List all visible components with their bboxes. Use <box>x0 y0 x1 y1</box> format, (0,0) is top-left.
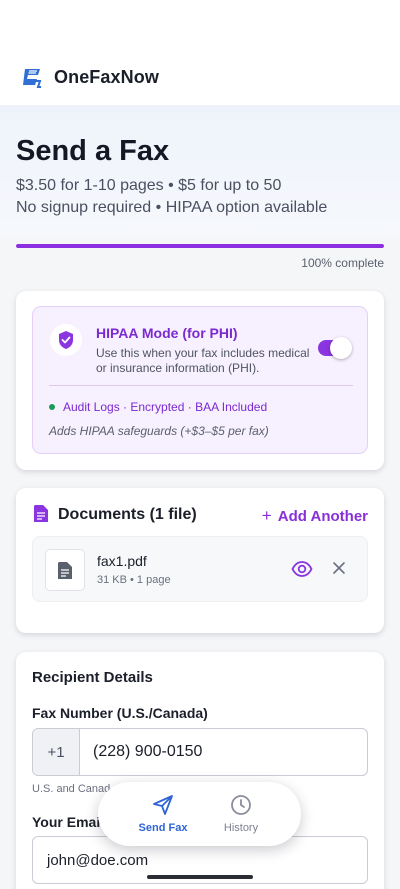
nav-history[interactable]: History <box>201 794 281 834</box>
nav-history-label: History <box>223 822 259 834</box>
fax-number-field[interactable]: +1 (228) 900-0150 <box>32 728 368 776</box>
file-meta: 31 KB • 1 page <box>97 574 171 586</box>
hipaa-features: Audit Logs · Encrypted · BAA Included <box>49 400 267 414</box>
recipient-title: Recipient Details <box>32 669 153 686</box>
plus-icon: + <box>261 506 272 525</box>
progress-bar <box>16 244 384 248</box>
document-icon <box>34 505 48 522</box>
documents-card: Documents (1 file) + Add Another fax1.pd… <box>16 488 384 633</box>
pricing-text: $3.50 for 1-10 pages • $5 for up to 50 <box>16 177 282 194</box>
shield-check-icon <box>50 324 82 356</box>
brand-name[interactable]: OneFaxNow <box>54 67 159 88</box>
hero-section: Send a Fax $3.50 for 1-10 pages • $5 for… <box>0 105 400 237</box>
hipaa-description: Use this when your fax includes medical … <box>96 346 310 375</box>
recipient-card: Recipient Details Fax Number (U.S./Canad… <box>16 652 384 889</box>
home-indicator <box>147 875 253 879</box>
file-thumbnail <box>45 549 85 591</box>
remove-file-icon[interactable] <box>331 560 347 576</box>
fax-number-value[interactable]: (228) 900-0150 <box>93 743 202 761</box>
fax-number-label: Fax Number (U.S./Canada) <box>32 705 208 721</box>
documents-title: Documents (1 file) <box>58 506 197 523</box>
progress-label: 100% complete <box>301 256 384 270</box>
fax-logo-icon[interactable] <box>21 67 43 89</box>
email-label: Your Email <box>32 814 105 830</box>
file-item: fax1.pdf 31 KB • 1 page <box>32 536 368 602</box>
subtitle-text: No signup required • HIPAA option availa… <box>16 199 328 216</box>
fax-help-text: U.S. and Canad <box>32 783 111 795</box>
country-code-prefix: +1 <box>33 729 80 775</box>
nav-send-fax[interactable]: Send Fax <box>123 794 203 834</box>
hipaa-title: HIPAA Mode (for PHI) <box>96 325 238 341</box>
add-another-label: Add Another <box>277 507 368 525</box>
features-text: Audit Logs · Encrypted · BAA Included <box>63 400 268 414</box>
add-another-button[interactable]: + Add Another <box>262 506 368 526</box>
toggle-knob <box>330 337 352 359</box>
hipaa-note: Adds HIPAA safeguards (+$3–$5 per fax) <box>49 424 269 438</box>
file-name: fax1.pdf <box>97 553 147 569</box>
clock-icon <box>231 795 251 815</box>
email-value[interactable]: john@doe.com <box>47 852 148 869</box>
app-header: OneFaxNow <box>0 0 400 105</box>
page-title: Send a Fax <box>16 135 170 167</box>
hipaa-panel: HIPAA Mode (for PHI) Use this when your … <box>32 306 368 454</box>
divider <box>49 385 353 386</box>
bottom-nav: Send Fax History <box>98 782 301 846</box>
file-icon <box>58 561 72 579</box>
hipaa-toggle[interactable] <box>318 337 352 359</box>
send-icon <box>153 795 173 815</box>
preview-eye-icon[interactable] <box>291 558 313 580</box>
nav-send-label: Send Fax <box>138 822 188 834</box>
hipaa-card: HIPAA Mode (for PHI) Use this when your … <box>16 291 384 470</box>
progress-fill <box>16 244 384 248</box>
status-dot-icon <box>49 404 55 410</box>
